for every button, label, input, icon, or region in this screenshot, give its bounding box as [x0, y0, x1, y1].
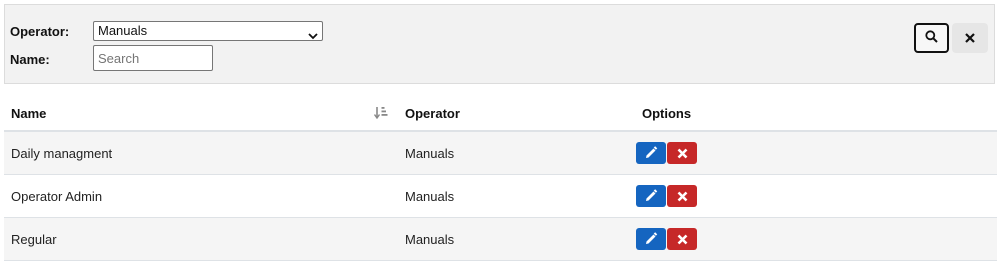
row-operator: Manuals — [398, 174, 635, 218]
table-header-row: Name Operator Options — [4, 96, 997, 132]
column-header-operator[interactable]: Operator — [398, 96, 635, 132]
close-icon — [677, 191, 687, 201]
clear-filters-button[interactable] — [952, 23, 988, 53]
filter-panel: Operator: Manuals Name: — [4, 4, 995, 84]
row-operator: Manuals — [398, 131, 635, 175]
pencil-icon — [646, 232, 658, 244]
row-options — [635, 217, 997, 261]
operators-table: Name Operator Options Daily managment Ma… — [4, 96, 997, 261]
row-options — [635, 174, 997, 218]
operator-label: Operator: — [10, 24, 70, 39]
name-search-input[interactable] — [93, 45, 213, 71]
edit-button[interactable] — [636, 185, 666, 207]
column-header-name[interactable]: Name — [4, 96, 398, 132]
column-header-options: Options — [635, 96, 997, 132]
sort-icon[interactable] — [373, 106, 388, 122]
delete-button[interactable] — [667, 142, 697, 164]
close-icon — [965, 30, 975, 46]
chevron-down-icon — [308, 27, 318, 43]
table-row: Regular Manuals — [4, 217, 997, 261]
delete-button[interactable] — [667, 228, 697, 250]
row-name: Daily managment — [4, 131, 398, 175]
edit-button[interactable] — [636, 142, 666, 164]
row-operator: Manuals — [398, 217, 635, 261]
operator-select[interactable]: Manuals — [93, 21, 323, 41]
pencil-icon — [646, 146, 658, 158]
close-icon — [677, 148, 687, 158]
name-label: Name: — [10, 52, 50, 67]
close-icon — [677, 234, 687, 244]
row-name: Regular — [4, 217, 398, 261]
operator-select-value: Manuals — [98, 23, 148, 38]
table-row: Daily managment Manuals — [4, 131, 997, 175]
row-options — [635, 131, 997, 175]
pencil-icon — [646, 189, 658, 201]
edit-button[interactable] — [636, 228, 666, 250]
delete-button[interactable] — [667, 185, 697, 207]
column-header-name-label: Name — [11, 105, 47, 121]
table-row: Operator Admin Manuals — [4, 174, 997, 218]
search-icon — [925, 30, 938, 46]
search-button[interactable] — [914, 23, 949, 53]
row-name: Operator Admin — [4, 174, 398, 218]
